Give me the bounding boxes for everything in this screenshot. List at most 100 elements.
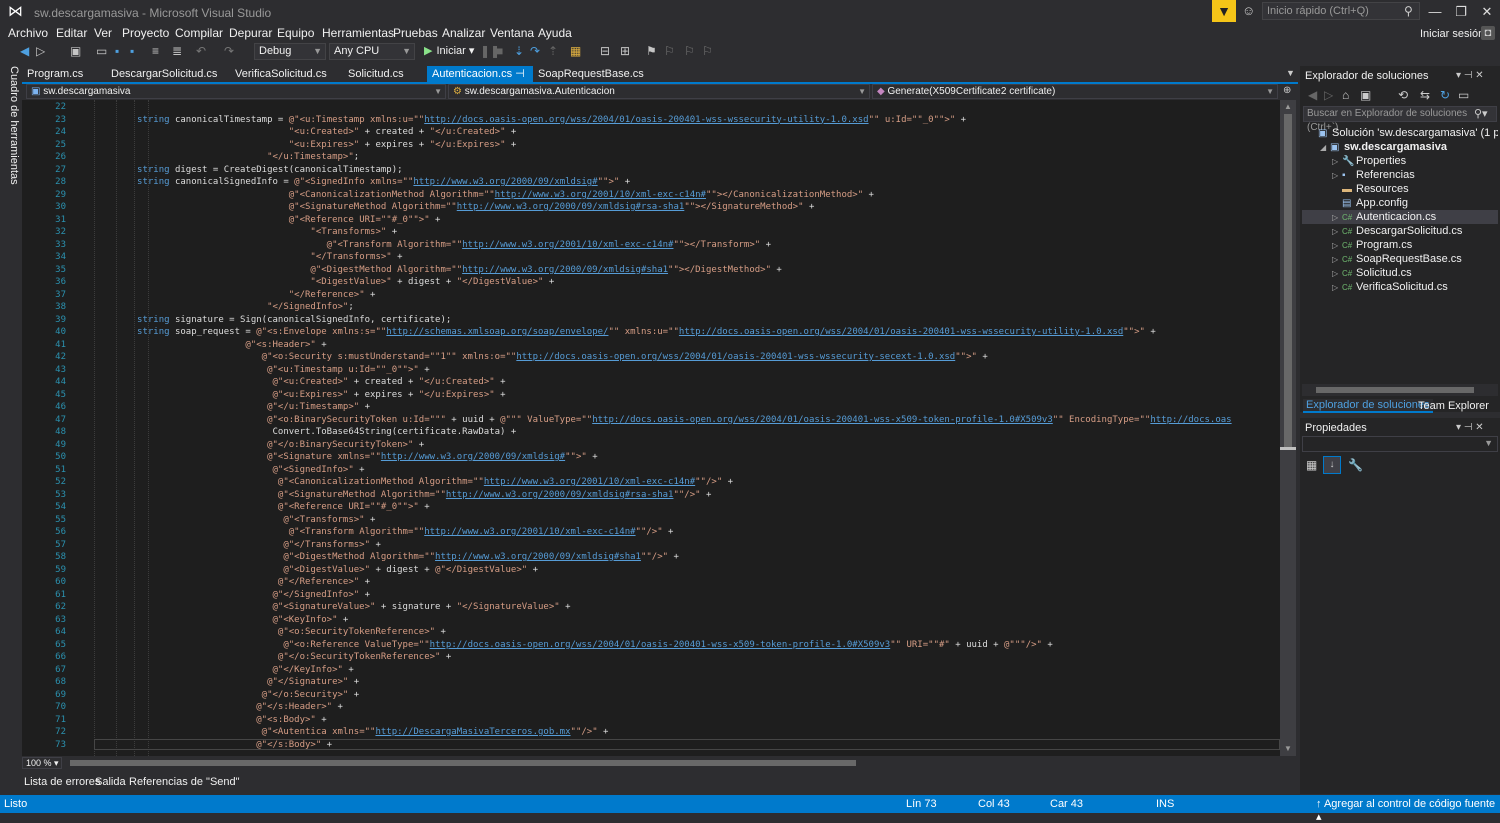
tree-item[interactable]: ▷ C# DescargarSolicitud.cs: [1302, 224, 1498, 238]
tab-autenticacion[interactable]: Autenticacion.cs ⊣ ✕: [427, 66, 533, 96]
code-line[interactable]: "<u:Created>" + created + "</u:Created>"…: [72, 126, 517, 139]
tab-team-explorer[interactable]: Team Explorer: [1418, 400, 1489, 412]
scroll-thumb[interactable]: [1284, 114, 1292, 450]
toolbox-tab[interactable]: Cuadro de herramientas: [2, 66, 20, 185]
code-line[interactable]: @"<CanonicalizationMethod Algorithm=""ht…: [72, 189, 874, 202]
tab-descargar-solicitud[interactable]: DescargarSolicitud.cs: [106, 66, 222, 82]
scroll-up-icon[interactable]: ▲: [1284, 102, 1292, 111]
code-line[interactable]: @"<o:Security s:mustUnderstand=""1"" xml…: [72, 351, 988, 364]
code-line[interactable]: "<Transforms>" +: [72, 226, 397, 239]
tree-item[interactable]: ▷ 🔧 Properties: [1302, 154, 1498, 168]
code-line[interactable]: "<DigestValue>" + digest + "</DigestValu…: [72, 276, 554, 289]
code-line[interactable]: string digest = CreateDigest(canonicalTi…: [72, 164, 403, 177]
refresh-icon[interactable]: ↻: [1440, 88, 1450, 102]
code-line[interactable]: @"<CanonicalizationMethod Algorithm=""ht…: [72, 476, 733, 489]
pending-changes-icon[interactable]: ⟲: [1398, 88, 1408, 102]
code-line[interactable]: @"<DigestValue>" + digest + @"</DigestVa…: [72, 564, 538, 577]
code-line[interactable]: string canonicalSignedInfo = @"<SignedIn…: [72, 176, 630, 189]
search-icon[interactable]: ⚲: [1404, 4, 1413, 18]
code-line[interactable]: @"</Transforms>" +: [72, 539, 381, 552]
format-icon[interactable]: ≡: [152, 44, 159, 58]
code-line[interactable]: "</Reference>" +: [72, 289, 376, 302]
configuration-select[interactable]: Debug ▼: [254, 43, 326, 60]
menu-herramientas[interactable]: Herramientas: [322, 26, 394, 40]
bookmark-icon[interactable]: ⚑: [646, 44, 657, 58]
code-line[interactable]: @"<o:Reference ValueType=""http://docs.o…: [72, 639, 1052, 652]
redo-icon[interactable]: ↷: [224, 44, 234, 58]
forward-icon[interactable]: ▷: [1324, 88, 1333, 102]
code-line[interactable]: @"<SignatureMethod Algorithm=""http://ww…: [72, 489, 712, 502]
code-line[interactable]: @"<KeyInfo>" +: [72, 614, 348, 627]
account-icon[interactable]: ◘: [1481, 26, 1495, 40]
code-line[interactable]: string signature = Sign(canonicalSignedI…: [72, 314, 451, 327]
categorized-icon[interactable]: ▦: [1306, 458, 1317, 472]
class-navigation-select[interactable]: ⚙ sw.descargamasiva.Autenticacion ▼: [448, 84, 870, 99]
code-line[interactable]: @"</KeyInfo>" +: [72, 664, 353, 677]
platform-select[interactable]: Any CPU ▼: [329, 43, 415, 60]
code-line[interactable]: @"<o:SecurityTokenReference>" +: [72, 626, 446, 639]
comment-icon[interactable]: ≣: [172, 44, 182, 58]
tree-item[interactable]: ▤ App.config: [1302, 196, 1498, 210]
member-navigation-select[interactable]: ◆ Generate(X509Certificate2 certificate)…: [872, 84, 1278, 99]
source-control-button[interactable]: ↑ Agregar al control de código fuente ▴: [1316, 798, 1500, 823]
code-line[interactable]: @"<s:Body>" +: [72, 714, 326, 727]
tab-error-list[interactable]: Lista de errores: [24, 776, 100, 788]
code-line[interactable]: @"</o:SecurityTokenReference>" +: [72, 651, 451, 664]
quick-launch-input[interactable]: Inicio rápido (Ctrl+Q): [1262, 2, 1420, 20]
panel-options-icon[interactable]: ▾ ⊣ ✕: [1456, 70, 1484, 81]
collapse-all-icon[interactable]: ▭: [1458, 88, 1469, 102]
tree-item[interactable]: ▷ C# Solicitud.cs: [1302, 266, 1498, 280]
tree-item[interactable]: ◢ ▣ sw.descargamasiva: [1302, 140, 1498, 154]
menu-editar[interactable]: Editar: [56, 26, 87, 40]
tab-program[interactable]: Program.cs: [22, 66, 88, 82]
tree-item[interactable]: ▷ C# VerificaSolicitud.cs: [1302, 280, 1498, 294]
expand-arrow-icon[interactable]: ▷: [1332, 239, 1342, 252]
editor-vertical-scrollbar[interactable]: ▲ ▼: [1280, 100, 1296, 756]
tree-item[interactable]: ▷ C# Program.cs: [1302, 238, 1498, 252]
start-debugging-button[interactable]: ▶ Iniciar ▾: [424, 44, 474, 57]
menu-ventana[interactable]: Ventana: [490, 26, 534, 40]
tab-soap-request-base[interactable]: SoapRequestBase.cs: [533, 66, 649, 82]
menu-proyecto[interactable]: Proyecto: [122, 26, 169, 40]
search-icon[interactable]: ⚲▾: [1474, 107, 1488, 120]
expand-arrow-icon[interactable]: ▷: [1332, 225, 1342, 238]
expand-arrow-icon[interactable]: ▷: [1332, 211, 1342, 224]
code-line[interactable]: @"<DigestMethod Algorithm=""http://www.w…: [72, 551, 679, 564]
code-line[interactable]: "<u:Expires>" + expires + "</u:Expires>"…: [72, 139, 517, 152]
home-icon[interactable]: ⌂: [1342, 88, 1349, 102]
tree-item[interactable]: ▷ ▪ Referencias: [1302, 168, 1498, 182]
pin-icon[interactable]: ⊣: [515, 68, 525, 80]
tab-solicitud[interactable]: Solicitud.cs: [343, 66, 409, 82]
menu-ayuda[interactable]: Ayuda: [538, 26, 572, 40]
save-icon[interactable]: ▪: [115, 44, 119, 58]
menu-pruebas[interactable]: Pruebas: [393, 26, 438, 40]
open-file-icon[interactable]: ▭: [96, 44, 107, 58]
tree-item[interactable]: ▬ Resources: [1302, 182, 1498, 196]
back-icon[interactable]: ◀: [20, 44, 29, 58]
clear-bookmarks-icon[interactable]: ⚐: [702, 44, 713, 58]
code-line[interactable]: @"<Transform Algorithm=""http://www.w3.o…: [72, 239, 771, 252]
menu-ver[interactable]: Ver: [94, 26, 112, 40]
code-line[interactable]: "</Transforms>" +: [72, 251, 402, 264]
step-out-icon[interactable]: ⇡: [548, 44, 558, 58]
menu-archivo[interactable]: Archivo: [8, 26, 48, 40]
code-line[interactable]: @"<Reference URI=""#_0"">" +: [72, 214, 441, 227]
stop-icon[interactable]: ■: [496, 44, 503, 58]
prev-bookmark-icon[interactable]: ⚐: [664, 44, 675, 58]
navigate-icon[interactable]: ⊟: [600, 44, 610, 58]
code-line[interactable]: @"<DigestMethod Algorithm=""http://www.w…: [72, 264, 781, 277]
notifications-filter-icon[interactable]: ▼: [1212, 0, 1236, 22]
code-line[interactable]: @"<u:Expires>" + expires + "</u:Expires>…: [72, 389, 505, 402]
code-line[interactable]: @"<Reference URI=""#_0"">" +: [72, 501, 430, 514]
tab-output[interactable]: Salida: [95, 776, 126, 788]
editor-horizontal-scrollbar[interactable]: [70, 757, 1278, 769]
find-in-files-icon[interactable]: ▦: [570, 44, 581, 58]
solution-explorer-horizontal-scrollbar[interactable]: [1302, 384, 1498, 396]
maximize-button[interactable]: ❐: [1448, 2, 1474, 22]
properties-object-select[interactable]: ▼: [1302, 436, 1498, 452]
solution-explorer-search-input[interactable]: Buscar en Explorador de soluciones (Ctrl…: [1303, 106, 1497, 133]
project-navigation-select[interactable]: ▣ sw.descargamasiva ▼: [26, 84, 446, 99]
code-line[interactable]: string soap_request = @"<s:Envelope xmln…: [72, 326, 1156, 339]
next-bookmark-icon[interactable]: ⚐: [684, 44, 695, 58]
tree-item[interactable]: ▷ C# SoapRequestBase.cs: [1302, 252, 1498, 266]
